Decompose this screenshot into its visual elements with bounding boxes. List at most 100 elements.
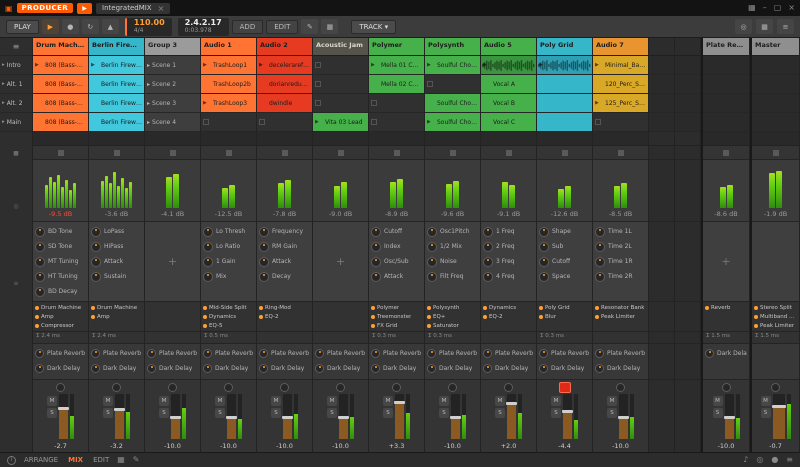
send-knob[interactable]	[203, 364, 212, 373]
knob-icon[interactable]	[427, 226, 437, 237]
add-device-button[interactable]: +	[147, 224, 198, 299]
device-enabled-icon[interactable]	[91, 305, 95, 310]
clip[interactable]: Berlin Firework B	[89, 94, 144, 113]
volume-fader[interactable]	[58, 394, 69, 439]
track-header[interactable]: Plate Reverb	[703, 38, 749, 56]
knob-icon[interactable]	[539, 241, 549, 252]
knob-icon[interactable]	[539, 271, 549, 282]
clip-slot-empty[interactable]	[369, 94, 424, 113]
knob-icon[interactable]	[259, 226, 269, 237]
knob-icon[interactable]	[595, 256, 605, 267]
group-scene-slot[interactable]: ▸ Scene 4	[145, 113, 200, 132]
stop-button[interactable]	[561, 149, 568, 156]
clip[interactable]: Vocal A	[481, 75, 536, 94]
volume-fader[interactable]	[394, 394, 405, 439]
add-device-button[interactable]: +	[315, 224, 366, 299]
clip[interactable]: Mella 02 Chords	[369, 75, 424, 94]
mute-button[interactable]: M	[712, 396, 723, 406]
knob-icon[interactable]	[371, 226, 381, 237]
clip-slot-empty[interactable]	[201, 113, 256, 132]
device-item[interactable]: EQ+	[427, 312, 478, 321]
notifications-icon[interactable]: ●	[771, 456, 778, 464]
project-play-icon[interactable]: ▶	[77, 2, 93, 14]
send-knob[interactable]	[147, 349, 156, 358]
volume-fader[interactable]	[562, 394, 573, 439]
mute-button[interactable]: M	[215, 396, 225, 406]
clip[interactable]: ▶Soulful Chords 01 B	[425, 113, 480, 132]
clip[interactable]: ▶Soulful Chords 01 B	[425, 56, 480, 75]
stop-button[interactable]	[113, 149, 120, 156]
volume-fader[interactable]	[114, 394, 125, 439]
mute-button[interactable]: M	[439, 396, 449, 406]
stop-all-clips-icon[interactable]: ■	[13, 150, 19, 157]
tempo-display[interactable]: 110.00 4/4	[124, 17, 172, 36]
loop-icon[interactable]: ↻	[81, 19, 99, 34]
mute-button[interactable]: M	[103, 396, 113, 406]
stop-button[interactable]	[169, 149, 176, 156]
close-tab-icon[interactable]: ×	[158, 4, 165, 13]
maximize-icon[interactable]: ▢	[774, 4, 782, 12]
device-enabled-icon[interactable]	[371, 314, 375, 319]
knob-icon[interactable]	[371, 271, 381, 282]
knob-icon[interactable]	[483, 241, 493, 252]
device-item[interactable]: EQ-2	[259, 312, 310, 321]
record-icon[interactable]: ●	[61, 19, 79, 34]
clip-slot-empty[interactable]	[313, 94, 368, 113]
device-enabled-icon[interactable]	[259, 314, 263, 319]
scene-menu-icon[interactable]: ≡	[0, 38, 32, 56]
mute-button[interactable]: M	[760, 396, 771, 406]
clip[interactable]: dorianreduced_C	[257, 75, 312, 94]
pan-knob[interactable]	[56, 383, 65, 392]
solo-button[interactable]: S	[159, 408, 169, 418]
minimize-icon[interactable]: –	[763, 4, 767, 12]
record-arm-button[interactable]	[558, 382, 571, 393]
mute-button[interactable]: M	[383, 396, 393, 406]
send-knob[interactable]	[147, 364, 156, 373]
clip[interactable]	[537, 113, 592, 132]
pan-knob[interactable]	[392, 383, 401, 392]
pan-knob[interactable]	[721, 383, 731, 392]
device-enabled-icon[interactable]	[539, 314, 543, 319]
device-enabled-icon[interactable]	[371, 305, 375, 310]
device-enabled-icon[interactable]	[203, 323, 207, 328]
view-tab-mix[interactable]: MIX	[68, 456, 83, 464]
clip-play-icon[interactable]: ▶	[595, 62, 603, 68]
knob-icon[interactable]	[371, 241, 381, 252]
knob-icon[interactable]	[35, 271, 45, 282]
knob-icon[interactable]	[91, 226, 101, 237]
send-knob[interactable]	[259, 349, 268, 358]
clip-play-icon[interactable]: ▶	[91, 62, 99, 68]
bitwig-logo-icon[interactable]: ▣	[5, 4, 13, 13]
clip-slot-empty[interactable]	[703, 56, 749, 75]
knob-icon[interactable]	[203, 226, 213, 237]
device-enabled-icon[interactable]	[259, 305, 263, 310]
device-item[interactable]: Polymer	[371, 303, 422, 312]
clip[interactable]: ▶125_Perc_SPFT_11	[593, 94, 648, 113]
volume-fader[interactable]	[282, 394, 293, 439]
send-knob[interactable]	[483, 364, 492, 373]
knob-icon[interactable]	[371, 256, 381, 267]
pan-knob[interactable]	[448, 383, 457, 392]
clip[interactable]: Berlin Firework B	[89, 113, 144, 132]
mute-button[interactable]: M	[47, 396, 57, 406]
volume-fader[interactable]	[618, 394, 629, 439]
clip[interactable]: ▶808 (Bass-08) - H	[33, 56, 88, 75]
solo-button[interactable]: S	[47, 408, 57, 418]
track-header[interactable]	[675, 38, 700, 56]
send-knob[interactable]	[427, 349, 436, 358]
clip[interactable]	[537, 75, 592, 94]
track-header[interactable]: Audio 7	[593, 38, 648, 56]
device-enabled-icon[interactable]	[35, 323, 39, 328]
device-enabled-icon[interactable]	[35, 314, 39, 319]
track-header[interactable]: Master	[752, 38, 799, 56]
device-item[interactable]: Compressor	[35, 321, 86, 330]
device-item[interactable]: Polysynth	[427, 303, 478, 312]
track-header[interactable]: Poly Grid	[537, 38, 592, 56]
view-tab-arrange[interactable]: ARRANGE	[24, 456, 58, 464]
info-icon[interactable]: i	[7, 455, 16, 465]
knob-icon[interactable]	[539, 256, 549, 267]
knob-icon[interactable]	[595, 271, 605, 282]
device-item[interactable]: Dynamics	[203, 312, 254, 321]
send-knob[interactable]	[595, 364, 604, 373]
track-header[interactable]: Audio 2	[257, 38, 312, 56]
